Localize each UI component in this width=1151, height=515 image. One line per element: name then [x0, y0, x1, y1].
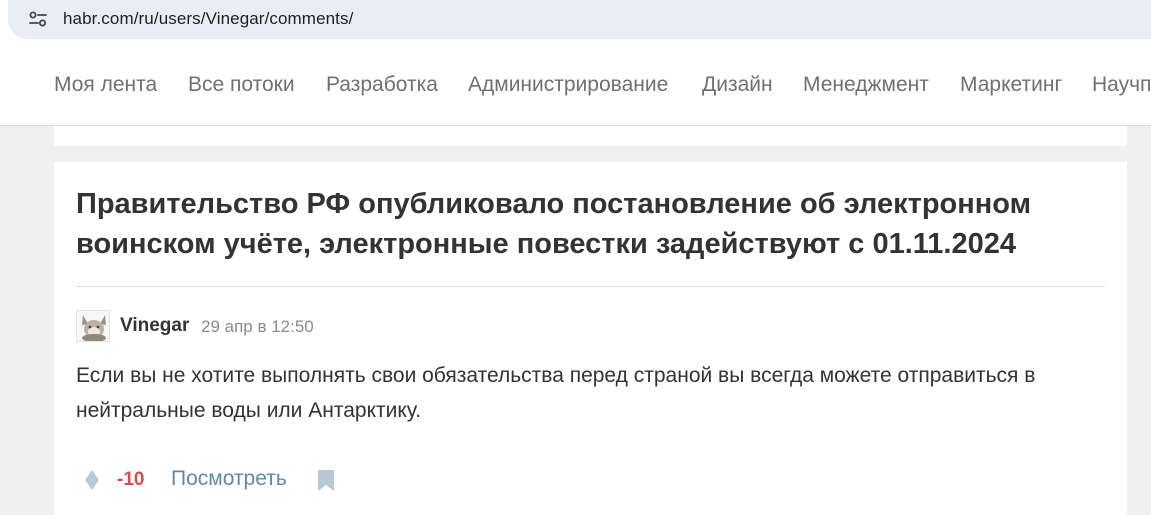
previous-comment-card: [54, 126, 1127, 146]
nav-item-management[interactable]: Менеджмент: [803, 73, 929, 97]
cat-avatar-icon: [77, 311, 109, 341]
site-settings-icon[interactable]: [29, 11, 47, 27]
browser-toolbar: habr.com/ru/users/Vinegar/comments/: [0, 0, 1151, 48]
url-text[interactable]: habr.com/ru/users/Vinegar/comments/: [63, 9, 353, 29]
comment-card: Правительство РФ опубликовало постановле…: [54, 162, 1127, 515]
site-navigation: Моя лента Все потоки Разработка Админист…: [0, 48, 1151, 126]
address-bar[interactable]: habr.com/ru/users/Vinegar/comments/: [8, 0, 1151, 39]
comment-score: -10: [117, 469, 145, 490]
post-title-link[interactable]: Правительство РФ опубликовало постановле…: [76, 184, 1086, 264]
nav-item-popsci[interactable]: Научпоп: [1092, 73, 1151, 97]
nav-item-all-streams[interactable]: Все потоки: [188, 73, 295, 97]
comment-body: Если вы не хотите выполнять свои обязате…: [76, 364, 1036, 422]
nav-item-marketing[interactable]: Маркетинг: [960, 73, 1062, 97]
divider: [76, 286, 1105, 287]
author-name[interactable]: Vinegar: [120, 315, 189, 337]
bookmark-icon[interactable]: [317, 469, 335, 492]
nav-item-my-feed[interactable]: Моя лента: [54, 73, 157, 97]
nav-item-design[interactable]: Дизайн: [702, 73, 773, 97]
view-comment-link[interactable]: Посмотреть: [171, 467, 287, 491]
cat-avatar[interactable]: [76, 310, 110, 342]
nav-item-administration[interactable]: Администрирование: [468, 73, 668, 97]
nav-item-development[interactable]: Разработка: [326, 73, 438, 97]
vote-icon[interactable]: [84, 469, 100, 491]
comment-timestamp[interactable]: 29 апр в 12:50: [201, 317, 314, 337]
